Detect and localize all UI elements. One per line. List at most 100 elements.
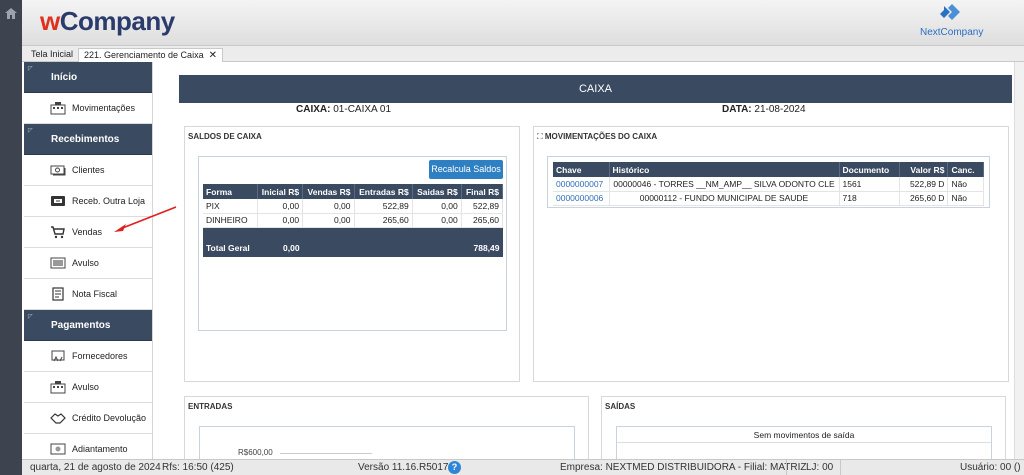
col-inicial[interactable]: Inicial R$	[257, 184, 304, 199]
status-separator	[840, 460, 841, 475]
col-documento[interactable]: Documento	[839, 162, 900, 177]
tab-gerenciamento-caixa[interactable]: 221. Gerenciamento de Caixa ✕	[78, 48, 223, 62]
section-title: Pagamentos	[51, 320, 111, 331]
section-title: Início	[51, 72, 78, 83]
cell-valor: 522,89 D	[899, 177, 949, 192]
sidebar-item-credito-devolucao[interactable]: Crédito Devolução	[24, 403, 152, 434]
home-icon[interactable]	[5, 8, 17, 19]
col-historico[interactable]: Histórico	[609, 162, 840, 177]
saldos-table-wrap: Forma Inicial R$ Vendas R$ Entradas R$ S…	[203, 184, 504, 257]
cell-documento: 718	[839, 191, 900, 206]
cell-canc: Não	[947, 191, 984, 206]
cell-saidas: 0,00	[412, 199, 462, 214]
status-usuario: Usuário: 00 ()	[960, 462, 1021, 473]
saldos-panel: SALDOS DE CAIXA Recalcula Saldos Forma I…	[184, 126, 520, 382]
movimentacoes-title-text: MOVIMENTAÇÕES DO CAIXA	[544, 132, 658, 141]
cart-icon	[51, 226, 65, 239]
main-scrollbar[interactable]	[1014, 62, 1024, 459]
saidas-title: SAÍDAS	[605, 402, 636, 411]
sidebar-item-label: Movimentações	[72, 103, 136, 113]
tab-tela-inicial[interactable]: Tela Inicial	[26, 48, 78, 62]
sidebar-item-nota-fiscal[interactable]: Nota Fiscal	[24, 279, 152, 310]
entradas-panel: ENTRADAS R$600,00	[184, 396, 589, 475]
table-header-row: Forma Inicial R$ Vendas R$ Entradas R$ S…	[203, 184, 504, 199]
company-logo: wCompany	[40, 6, 175, 37]
table-row[interactable]: PIX 0,00 0,00 522,89 0,00 522,89	[203, 199, 504, 214]
caixa-info: CAIXA: 01-CAIXA 01	[296, 104, 391, 115]
supplier-icon	[51, 350, 65, 362]
status-bar: quarta, 21 de agosto de 2024 Rfs: 16:50 …	[22, 459, 1024, 475]
col-forma[interactable]: Forma	[203, 184, 258, 199]
sidebar-item-movimentacoes[interactable]: Movimentações	[24, 93, 152, 124]
sidebar-section-inicio[interactable]: ◸ Início	[24, 62, 152, 93]
building-icon	[50, 381, 66, 394]
col-vendas[interactable]: Vendas R$	[302, 184, 355, 199]
sidebar-section-recebimentos[interactable]: ◸ Recebimentos	[24, 124, 152, 155]
sidebar-item-label: Fornecedores	[72, 351, 128, 361]
cell-valor: 265,60 D	[899, 191, 949, 206]
annotation-arrow-icon	[114, 206, 177, 232]
recalcula-saldos-button[interactable]: Recalcula Saldos	[429, 160, 503, 179]
building-icon	[50, 102, 66, 115]
col-entradas[interactable]: Entradas R$	[354, 184, 413, 199]
tab-close-icon[interactable]: ✕	[209, 50, 217, 61]
table-row[interactable]: 0000000006 00000112 - FUNDO MUNICIPAL DE…	[553, 191, 984, 206]
app-left-strip	[0, 0, 22, 475]
cell-inicial: 0,00	[257, 199, 304, 214]
sidebar: ◸ Início Movimentações ◸ Recebimentos Clie…	[24, 62, 153, 459]
cell-vendas: 0,00	[302, 199, 355, 214]
money-icon	[50, 257, 66, 269]
table-spacer-row	[203, 227, 503, 239]
brand-letter: w	[40, 6, 60, 36]
nextcompany-text: NextCompany	[920, 27, 984, 38]
total-label: Total Geral	[203, 239, 257, 257]
status-separator	[786, 460, 787, 475]
cell-canc: Não	[947, 177, 984, 192]
cell-saidas: 0,00	[412, 213, 462, 228]
total-empty	[302, 239, 355, 257]
sidebar-item-fornecedores[interactable]: Fornecedores	[24, 341, 152, 372]
saldos-table: Forma Inicial R$ Vendas R$ Entradas R$ S…	[203, 184, 504, 257]
cell-forma: DINHEIRO	[203, 213, 258, 228]
entradas-gridline	[280, 453, 372, 454]
corner-icon: ◸	[28, 128, 33, 134]
table-row[interactable]: 0000000007 00000046 - TORRES __NM_AMP__ …	[553, 177, 984, 192]
total-row: Total Geral 0,00 788,49	[203, 239, 503, 257]
sidebar-item-label: Adiantamento	[72, 444, 128, 454]
col-final[interactable]: Final R$	[461, 184, 504, 199]
transfer-icon	[51, 196, 65, 206]
caixa-banner: CAIXA	[179, 75, 1012, 103]
status-rfs: Rfs: 16:50 (425)	[162, 462, 234, 473]
main-content: CAIXA CAIXA: 01-CAIXA 01 DATA: 21-08-202…	[153, 62, 1024, 475]
col-canc[interactable]: Canc.	[947, 162, 984, 177]
sidebar-section-pagamentos[interactable]: ◸ Pagamentos	[24, 310, 152, 341]
cell-chave-link[interactable]: 0000000006	[553, 191, 610, 206]
entradas-title: ENTRADAS	[188, 402, 233, 411]
spacer-cell	[203, 227, 503, 239]
sidebar-item-adiantamento[interactable]: Adiantamento	[24, 434, 152, 459]
col-valor[interactable]: Valor R$	[899, 162, 949, 177]
table-row[interactable]: DINHEIRO 0,00 0,00 265,60 0,00 265,60	[203, 213, 504, 228]
table-header-row: Chave Histórico Documento Valor R$ Canc.	[553, 162, 984, 177]
expand-icon[interactable]: ⛶	[537, 132, 543, 141]
diamond-logo-icon	[940, 4, 960, 20]
data-label: DATA:	[722, 104, 752, 115]
status-empresa: Empresa: NEXTMED DISTRIBUIDORA - Filial:…	[560, 462, 807, 473]
col-chave[interactable]: Chave	[553, 162, 610, 177]
sidebar-item-avulso-pag[interactable]: Avulso	[24, 372, 152, 403]
col-saidas[interactable]: Saidas R$	[412, 184, 462, 199]
section-title: Recebimentos	[51, 134, 120, 145]
sidebar-item-avulso-receb[interactable]: Avulso	[24, 248, 152, 279]
help-icon[interactable]: ?	[448, 461, 461, 474]
sidebar-item-label: Vendas	[72, 227, 103, 237]
movimentacoes-table: Chave Histórico Documento Valor R$ Canc.…	[553, 162, 984, 206]
cell-chave-link[interactable]: 0000000007	[553, 177, 610, 192]
total-inicial: 0,00	[257, 239, 303, 257]
sidebar-item-clientes[interactable]: Clientes	[24, 155, 152, 186]
total-final: 788,49	[461, 239, 503, 257]
nextcompany-logo: NextCompany	[920, 4, 984, 40]
sidebar-item-label: Clientes	[72, 165, 105, 175]
saldos-title: SALDOS DE CAIXA	[188, 132, 262, 141]
brand-name: Company	[59, 6, 175, 36]
caixa-label: CAIXA:	[296, 104, 331, 115]
